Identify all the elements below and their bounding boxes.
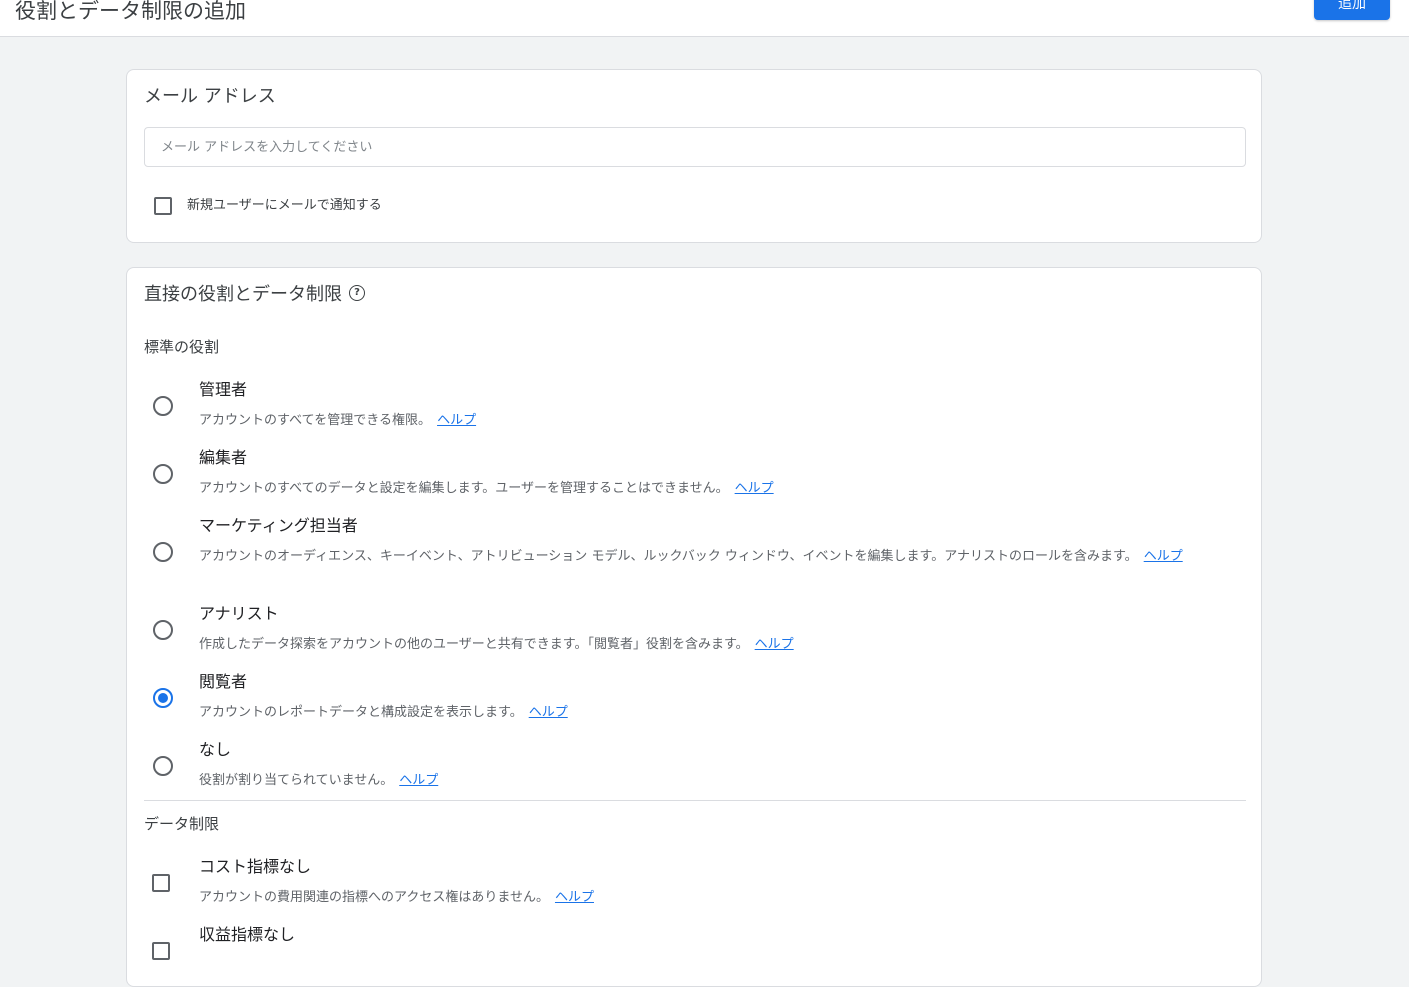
- help-link-none[interactable]: ヘルプ: [399, 773, 438, 788]
- help-link-analyst[interactable]: ヘルプ: [755, 637, 794, 652]
- role-desc-analyst: 作成したデータ探索をアカウントの他のユーザーと共有できます。「閲覧者」役割を含み…: [199, 637, 794, 652]
- checkbox-no-cost-metrics[interactable]: [152, 874, 170, 892]
- role-title-admin: 管理者: [199, 380, 248, 399]
- role-title-analyst: アナリスト: [199, 604, 279, 623]
- checkbox-no-revenue-metrics[interactable]: [152, 942, 170, 960]
- radio-admin[interactable]: [153, 396, 173, 416]
- role-desc-none: 役割が割り当てられていません。 ヘルプ: [199, 773, 439, 788]
- radio-none[interactable]: [153, 756, 173, 776]
- help-link-editor[interactable]: ヘルプ: [735, 481, 774, 496]
- role-desc-marketer: アカウントのオーディエンス、キーイベント、アトリビューション モデル、ルックバッ…: [199, 549, 1183, 564]
- role-title-editor: 編集者: [199, 448, 248, 467]
- role-title-marketer: マーケティング担当者: [199, 516, 358, 535]
- radio-viewer[interactable]: [153, 688, 173, 708]
- notify-checkbox[interactable]: [154, 197, 172, 215]
- help-link-marketer[interactable]: ヘルプ: [1144, 549, 1183, 564]
- radio-marketer[interactable]: [153, 542, 173, 562]
- radio-analyst[interactable]: [153, 620, 173, 640]
- standard-roles-label: 標準の役割: [144, 338, 220, 356]
- role-title-viewer: 閲覧者: [199, 672, 248, 691]
- help-circle-icon[interactable]: ?: [349, 285, 365, 301]
- role-desc-editor: アカウントのすべてのデータと設定を編集します。ユーザーを管理することはできません…: [199, 481, 774, 496]
- add-button[interactable]: 追加: [1314, 0, 1390, 20]
- data-restrictions-label: データ制限: [144, 815, 220, 833]
- help-link-cost[interactable]: ヘルプ: [555, 890, 594, 905]
- roles-card-title: 直接の役割とデータ制限: [144, 284, 342, 305]
- top-bar: 役割とデータ制限の追加 追加: [0, 0, 1409, 37]
- email-input[interactable]: [144, 127, 1246, 167]
- help-link-viewer[interactable]: ヘルプ: [529, 705, 568, 720]
- notify-label: 新規ユーザーにメールで通知する: [187, 198, 382, 213]
- roles-card: 直接の役割とデータ制限 ? 標準の役割 管理者 アカウントのすべてを管理できる権…: [126, 267, 1262, 987]
- role-desc-viewer: アカウントのレポートデータと構成設定を表示します。 ヘルプ: [199, 705, 568, 720]
- restriction-desc-cost: アカウントの費用関連の指標へのアクセス権はありません。 ヘルプ: [199, 890, 594, 905]
- help-link-admin[interactable]: ヘルプ: [437, 413, 476, 428]
- email-card: メール アドレス 新規ユーザーにメールで通知する: [126, 69, 1262, 243]
- email-card-title: メール アドレス: [144, 86, 276, 107]
- role-title-none: なし: [199, 740, 232, 759]
- section-divider: [144, 800, 1246, 801]
- radio-editor[interactable]: [153, 464, 173, 484]
- restriction-title-revenue: 収益指標なし: [199, 925, 296, 944]
- restriction-title-cost: コスト指標なし: [199, 857, 312, 876]
- page-title: 役割とデータ制限の追加: [15, 0, 246, 23]
- role-desc-admin: アカウントのすべてを管理できる権限。 ヘルプ: [199, 413, 477, 428]
